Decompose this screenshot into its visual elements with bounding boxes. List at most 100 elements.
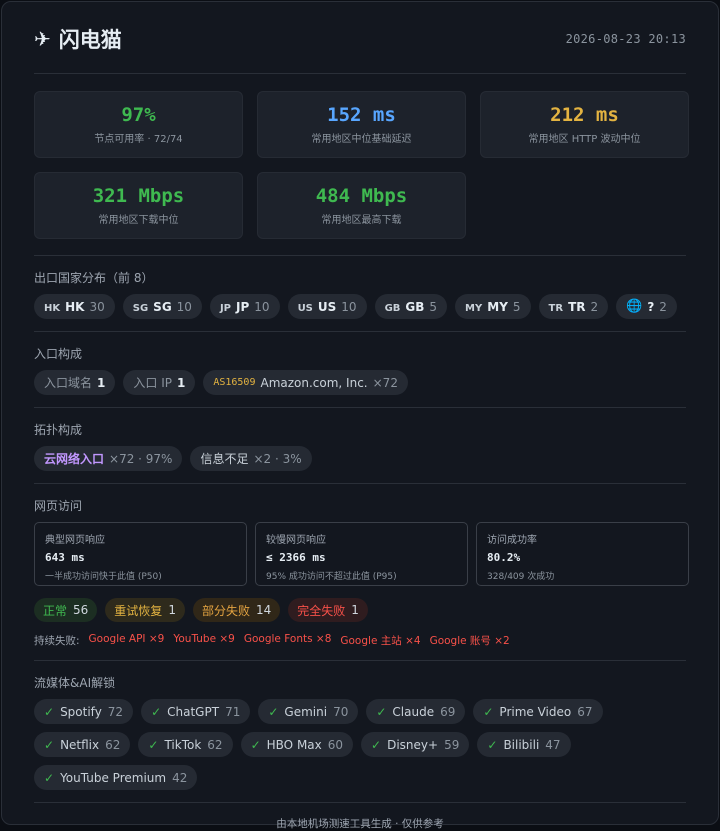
chip-label: 入口 IP (133, 376, 172, 390)
country-code: HK (65, 299, 85, 314)
metric-value: 212 ms (550, 104, 619, 126)
country-code: US (317, 299, 337, 314)
media-name: ChatGPT (167, 704, 220, 719)
media-name: Netflix (60, 737, 100, 752)
entry-chips: 入口域名 1 入口 IP 1 AS16509 Amazon.com, Inc. ×72 (34, 370, 686, 395)
status-label: 完全失败 (297, 603, 346, 618)
stat-label: 典型网页响应 (45, 535, 105, 546)
media-name: Gemini (284, 704, 328, 719)
chip-label: 云网络入口 (44, 452, 105, 466)
metric-download-max: 484 Mbps 常用地区最高下载 (257, 172, 466, 239)
metric-label: 常用地区下载中位 (98, 215, 179, 226)
status-count: 56 (73, 603, 89, 617)
persistent-failures: 持续失败: Google API ×9 YouTube ×9 Google Fo… (34, 633, 686, 648)
media-count: 70 (333, 704, 349, 719)
chip-count: 1 (176, 375, 186, 390)
status-partial: 部分失败 14 (192, 598, 281, 622)
media-chip: ✓ Spotify 72 (34, 699, 134, 724)
stat-value: ≤ 2366 ms (266, 551, 326, 564)
flag-icon: TR (548, 302, 564, 314)
check-icon: ✓ (371, 737, 382, 752)
media-name: Prime Video (499, 704, 572, 719)
airplane-icon: ✈ (34, 26, 51, 51)
country-chip: HK HK 30 (34, 294, 115, 319)
media-name: Bilibili (503, 737, 540, 752)
check-icon: ✓ (376, 704, 387, 719)
topology-chip: 云网络入口 ×72 · 97% (34, 446, 183, 471)
metric-value: 484 Mbps (315, 185, 408, 207)
media-count: 47 (545, 737, 561, 752)
section-title: 网页访问 (34, 499, 83, 513)
asn-count: ×72 (372, 375, 398, 390)
country-code: ? (647, 299, 655, 314)
country-code: SG (153, 299, 172, 314)
chip-count: 1 (97, 375, 106, 390)
status-label: 正常 (43, 603, 68, 618)
check-icon: ✓ (44, 704, 55, 719)
status-label: 部分失败 (201, 603, 250, 618)
chip-label: 入口域名 (44, 376, 93, 390)
media-count: 69 (440, 704, 456, 719)
status-chips: 正常 56 重试恢复 1 部分失败 14 完全失败 1 (34, 598, 686, 622)
media-name: YouTube Premium (60, 770, 167, 785)
country-chip: JP JP 10 (209, 294, 280, 319)
check-icon: ✓ (44, 737, 55, 752)
metric-http-jitter: 212 ms 常用地区 HTTP 波动中位 (480, 91, 689, 158)
media-chip: ✓ TikTok 62 (138, 732, 233, 757)
status-label: 重试恢复 (114, 603, 163, 618)
country-code: TR (568, 299, 586, 314)
web-stat-success: 访问成功率 80.2% 328/409 次成功 (476, 522, 689, 586)
country-code: MY (487, 299, 508, 314)
check-icon: ✓ (44, 770, 55, 785)
check-icon: ✓ (151, 704, 162, 719)
country-count: 5 (512, 299, 521, 314)
failure-item: YouTube ×9 (173, 633, 235, 645)
stat-label: 较慢网页响应 (266, 535, 326, 546)
stat-note: 一半成功访问快于此值 (P50) (45, 572, 162, 582)
header: ✈ 闪电猫 2026-08-23 20:13 (34, 2, 686, 74)
stat-label: 访问成功率 (487, 535, 537, 546)
flag-icon: SG (132, 302, 149, 314)
country-chip: GB GB 5 (374, 294, 448, 319)
check-icon: ✓ (268, 704, 279, 719)
topology-chips: 云网络入口 ×72 · 97% 信息不足 ×2 · 3% (34, 446, 686, 471)
persistent-label: 持续失败: (34, 635, 80, 647)
media-name: Claude (392, 704, 435, 719)
media-chip: ✓ Claude 69 (366, 699, 466, 724)
country-section: 出口国家分布（前 8） HK HK 30 SG SG 10 JP JP 10 US US 10 … (34, 256, 686, 332)
metric-availability: 97% 节点可用率 · 72/74 (34, 91, 243, 158)
media-name: TikTok (164, 737, 202, 752)
media-count: 71 (225, 704, 241, 719)
entry-section: 入口构成 入口域名 1 入口 IP 1 AS16509 Amazon.com, Inc… (34, 332, 686, 408)
metric-label: 节点可用率 · 72/74 (94, 134, 183, 145)
media-chip: ✓ Gemini 70 (258, 699, 359, 724)
media-count: 60 (327, 737, 344, 752)
entry-ip-chip: 入口 IP 1 (123, 370, 196, 395)
country-code: JP (236, 299, 250, 314)
asn-chip: AS16509 Amazon.com, Inc. ×72 (203, 370, 408, 395)
country-code: GB (405, 299, 425, 314)
chip-label: 信息不足 (200, 452, 249, 466)
country-chip: US US 10 (287, 294, 367, 319)
provider-name: 闪电猫 (58, 27, 122, 52)
asn-number: AS16509 (213, 377, 256, 388)
chip-detail: ×72 · 97% (109, 451, 173, 466)
web-stat-p50: 典型网页响应 643 ms 一半成功访问快于此值 (P50) (34, 522, 247, 586)
media-chip: ✓ ChatGPT 71 (141, 699, 251, 724)
metrics-grid: 97% 节点可用率 · 72/74 152 ms 常用地区中位基础延迟 212 … (34, 74, 689, 256)
stat-value: 643 ms (45, 551, 85, 564)
check-icon: ✓ (487, 737, 498, 752)
footer-note: 由本地机场测速工具生成 · 仅供参考 (276, 818, 444, 830)
media-count: 59 (444, 737, 460, 752)
failure-item: Google API ×9 (88, 633, 165, 645)
media-chip: ✓ Bilibili 47 (477, 732, 571, 757)
country-chips: HK HK 30 SG SG 10 JP JP 10 US US 10 GB GB 5 MY MY 5 … (34, 294, 686, 319)
failure-item: Google Fonts ×8 (243, 633, 332, 645)
country-count: 10 (254, 299, 270, 314)
stat-note: 95% 成功访问不超过此值 (P95) (266, 572, 397, 582)
page-title: ✈ 闪电猫 (34, 24, 122, 54)
country-count: 2 (659, 299, 667, 314)
web-section: 网页访问 典型网页响应 643 ms 一半成功访问快于此值 (P50) 较慢网页… (34, 484, 689, 661)
country-chip: MY MY 5 (455, 294, 531, 319)
timestamp: 2026-08-23 20:13 (565, 31, 686, 46)
